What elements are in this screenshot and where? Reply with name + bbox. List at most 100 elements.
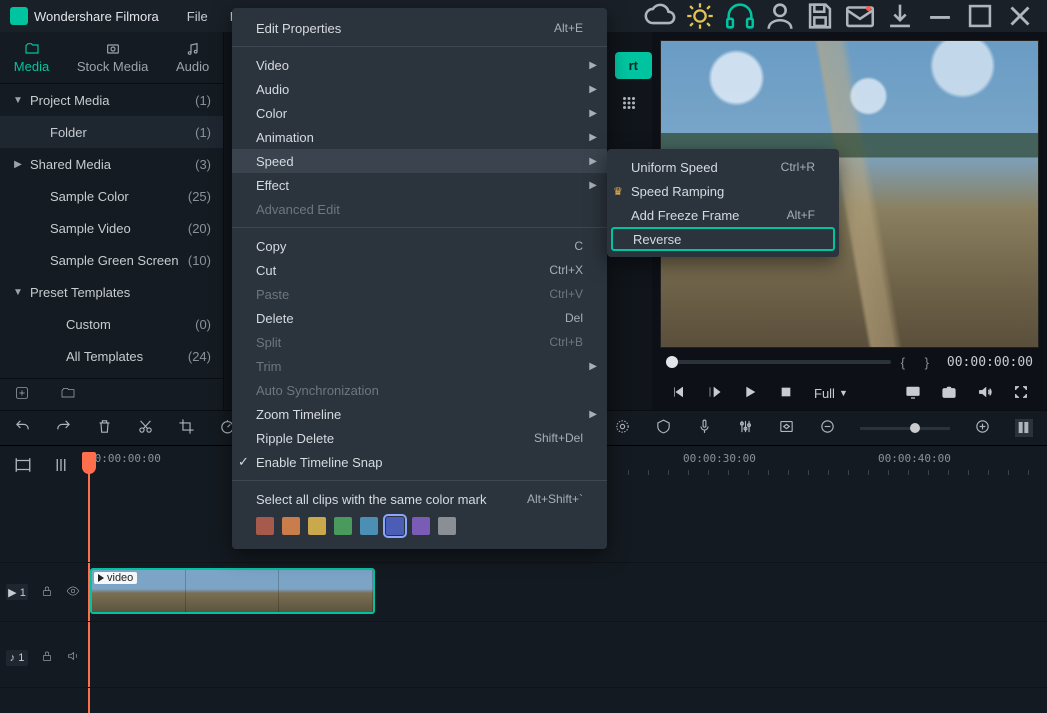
render-icon[interactable] <box>614 418 631 438</box>
tree-item[interactable]: All Templates(24) <box>0 340 223 372</box>
ctx-animation[interactable]: Animation▶ <box>232 125 607 149</box>
import-icon[interactable] <box>14 385 30 404</box>
export-button[interactable]: rt <box>615 52 652 79</box>
context-menu: Edit PropertiesAlt+E Video▶ Audio▶ Color… <box>232 8 607 549</box>
prev-frame-icon[interactable] <box>670 384 686 403</box>
ctx-copy[interactable]: CopyC <box>232 234 607 258</box>
track-lock-icon[interactable] <box>40 584 54 601</box>
scrub-knob[interactable] <box>666 356 678 368</box>
window-close[interactable] <box>1003 0 1037 32</box>
delete-icon[interactable] <box>96 418 113 438</box>
color-mark[interactable] <box>308 517 326 535</box>
menu-file[interactable]: File <box>179 9 216 24</box>
playhead-handle[interactable] <box>82 452 96 474</box>
ctx-effect[interactable]: Effect▶ <box>232 173 607 197</box>
headphones-icon[interactable] <box>723 0 757 32</box>
sub-speed-ramping[interactable]: ♛Speed Ramping <box>607 179 839 203</box>
sub-uniform-speed[interactable]: Uniform SpeedCtrl+R <box>607 155 839 179</box>
tab-audio-label: Audio <box>176 59 209 74</box>
mixer-icon[interactable] <box>737 418 754 438</box>
user-icon[interactable] <box>763 0 797 32</box>
zoom-out-icon[interactable] <box>819 418 836 438</box>
tab-stock-media[interactable]: Stock Media <box>77 41 149 74</box>
track-label: ♪ 1 <box>6 650 28 666</box>
cloud-icon[interactable] <box>643 0 677 32</box>
manage-tracks-icon[interactable] <box>14 456 32 474</box>
crown-icon: ♛ <box>613 185 623 198</box>
play-icon[interactable] <box>742 384 758 403</box>
redo-icon[interactable] <box>55 418 72 438</box>
voiceover-icon[interactable] <box>696 418 713 438</box>
sub-add-freeze-frame[interactable]: Add Freeze FrameAlt+F <box>607 203 839 227</box>
tree-item[interactable]: Folder(1) <box>0 116 223 148</box>
clip-badge: video <box>94 572 137 584</box>
ctx-audio[interactable]: Audio▶ <box>232 77 607 101</box>
play-pause-icon[interactable] <box>706 384 722 403</box>
tree-item[interactable]: ▼Preset Templates <box>0 276 223 308</box>
window-maximize[interactable] <box>963 0 997 32</box>
timeline-adjust-icon[interactable] <box>52 456 70 474</box>
ruler-tick: 00:00:00:00 <box>88 452 161 465</box>
mail-icon[interactable] <box>843 0 877 32</box>
zoom-in-icon[interactable] <box>974 418 991 438</box>
ctx-select-same-color[interactable]: Select all clips with the same color mar… <box>232 487 607 511</box>
track-visibility-icon[interactable] <box>66 584 80 601</box>
ctx-color[interactable]: Color▶ <box>232 101 607 125</box>
new-folder-icon[interactable] <box>60 385 76 404</box>
track-mute-icon[interactable] <box>66 649 80 666</box>
scrub-track[interactable] <box>666 360 891 364</box>
tab-stock-label: Stock Media <box>77 59 149 74</box>
color-mark[interactable] <box>438 517 456 535</box>
download-icon[interactable] <box>883 0 917 32</box>
color-mark-row <box>232 511 607 541</box>
ctx-zoom-timeline[interactable]: Zoom Timeline▶ <box>232 402 607 426</box>
fullscreen-icon[interactable] <box>1013 384 1029 403</box>
window-minimize[interactable] <box>923 0 957 32</box>
undo-icon[interactable] <box>14 418 31 438</box>
zoom-fit-icon[interactable] <box>1015 419 1033 437</box>
zoom-slider[interactable] <box>860 427 950 430</box>
ctx-paste: PasteCtrl+V <box>232 282 607 306</box>
tree-item[interactable]: Custom(0) <box>0 308 223 340</box>
ctx-ripple-delete[interactable]: Ripple DeleteShift+Del <box>232 426 607 450</box>
crop-icon[interactable] <box>178 418 195 438</box>
module-tabs: Media Stock Media Audio <box>0 32 223 84</box>
tab-audio[interactable]: Audio <box>176 41 209 74</box>
ctx-video[interactable]: Video▶ <box>232 53 607 77</box>
stop-icon[interactable] <box>778 384 794 403</box>
track-lock-icon[interactable] <box>40 649 54 666</box>
color-mark[interactable] <box>282 517 300 535</box>
marker-braces[interactable]: { } <box>901 355 937 370</box>
keyframe-icon[interactable] <box>778 418 795 438</box>
display-icon[interactable] <box>905 384 921 403</box>
tree-item[interactable]: ▼Project Media(1) <box>0 84 223 116</box>
color-mark[interactable] <box>334 517 352 535</box>
color-mark[interactable] <box>412 517 430 535</box>
grid-view-icon[interactable] <box>620 94 638 112</box>
ctx-speed[interactable]: Speed▶ <box>232 149 607 173</box>
media-tree: ▼Project Media(1)Folder(1)▶Shared Media(… <box>0 84 223 378</box>
tree-item[interactable]: Sample Green Screen(10) <box>0 244 223 276</box>
color-mark[interactable] <box>256 517 274 535</box>
ctx-cut[interactable]: CutCtrl+X <box>232 258 607 282</box>
cut-icon[interactable] <box>137 418 154 438</box>
color-mark[interactable] <box>360 517 378 535</box>
video-clip[interactable]: video <box>90 568 375 614</box>
tree-item[interactable]: Sample Color(25) <box>0 180 223 212</box>
ctx-edit-properties[interactable]: Edit PropertiesAlt+E <box>232 16 607 40</box>
marker-icon[interactable] <box>655 418 672 438</box>
ctx-enable-snap[interactable]: ✓Enable Timeline Snap <box>232 450 607 474</box>
sparkle-icon[interactable] <box>683 0 717 32</box>
ctx-split: SplitCtrl+B <box>232 330 607 354</box>
ctx-delete[interactable]: DeleteDel <box>232 306 607 330</box>
tree-item[interactable]: ▶Shared Media(3) <box>0 148 223 180</box>
sub-reverse[interactable]: Reverse <box>611 227 835 251</box>
color-mark[interactable] <box>386 517 404 535</box>
tree-item[interactable]: Sample Video(20) <box>0 212 223 244</box>
volume-icon[interactable] <box>977 384 993 403</box>
quality-dropdown[interactable]: Full▼ <box>814 386 848 401</box>
audio-track[interactable]: ♪ 1 <box>0 628 1047 688</box>
snapshot-icon[interactable] <box>941 384 957 403</box>
save-icon[interactable] <box>803 0 837 32</box>
tab-media[interactable]: Media <box>14 41 49 74</box>
